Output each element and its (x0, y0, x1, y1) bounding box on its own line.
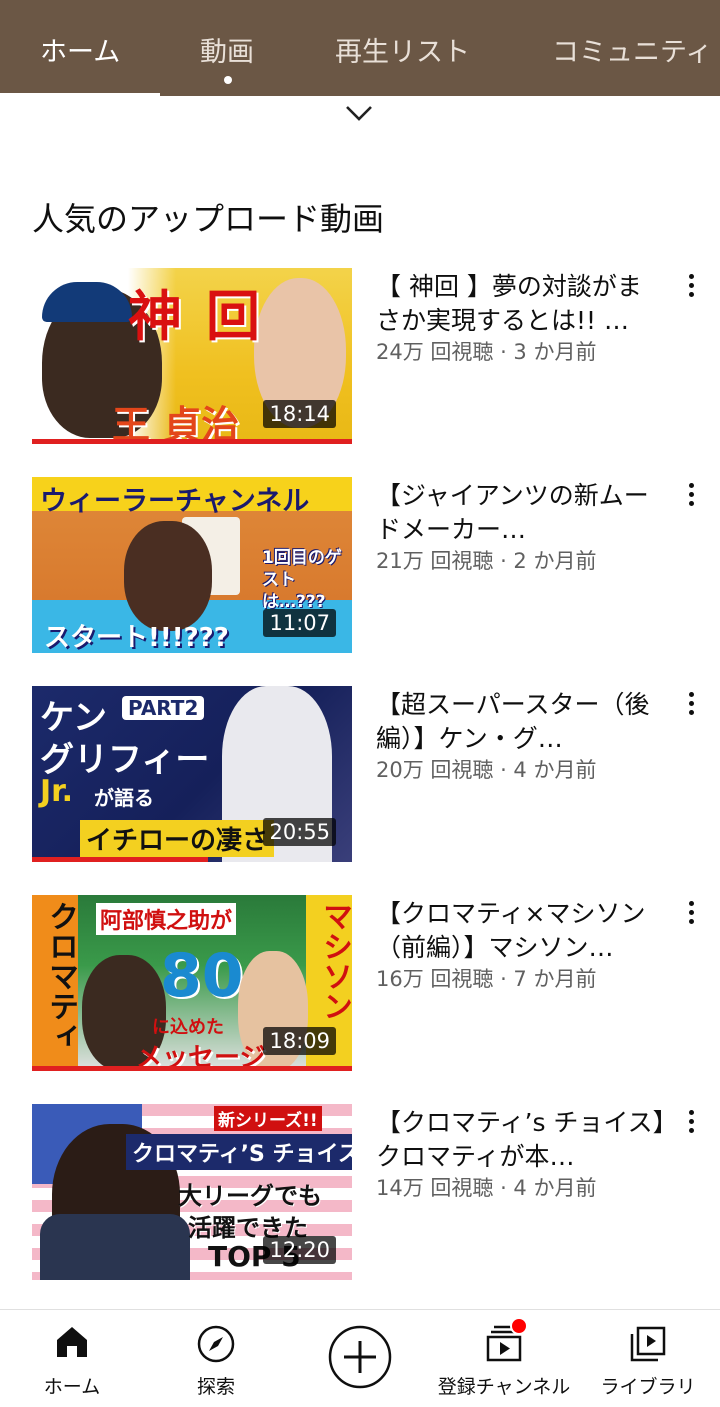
tab-videos[interactable]: 動画 (200, 30, 254, 69)
section-title: 人気のアップロード動画 (32, 200, 385, 238)
video-thumbnail[interactable]: 神 回 王 貞治 18:14 (32, 268, 352, 444)
chevron-down-icon[interactable] (342, 100, 376, 126)
thumb-caption: 神 (128, 285, 182, 348)
video-thumbnail[interactable]: ケン PART2 グリフィー Jr. が語る イチローの凄さ 20:55 (32, 686, 352, 862)
thumb-caption: ウィーラーチャンネル (40, 486, 310, 517)
video-meta: 16万 回視聴 · 7 か月前 (376, 967, 597, 991)
video-title[interactable]: 【超スーパースター（後編）】ケン・グ… (376, 688, 666, 756)
video-duration: 12:20 (263, 1236, 336, 1264)
video-item[interactable]: クロマティ マシソン 阿部慎之助が 80 に込めた メッセージ 18:09 【ク… (0, 895, 720, 1075)
nav-home[interactable]: ホーム (0, 1310, 144, 1407)
thumb-caption: PART2 (122, 696, 205, 720)
video-item[interactable]: ケン PART2 グリフィー Jr. が語る イチローの凄さ 20:55 【超ス… (0, 686, 720, 866)
compass-icon (197, 1325, 235, 1363)
library-icon (630, 1326, 666, 1362)
nav-label: 登録チャンネル (437, 1376, 571, 1398)
active-tab-indicator (0, 93, 160, 96)
video-title[interactable]: 【クロマティ’s チョイス】クロマティが本… (376, 1106, 666, 1174)
thumb-caption: 回 (206, 285, 260, 348)
tab-playlists[interactable]: 再生リスト (335, 30, 470, 69)
video-meta: 20万 回視聴 · 4 か月前 (376, 758, 597, 782)
nav-create[interactable] (288, 1310, 432, 1407)
thumb-caption: 阿部慎之助が (96, 903, 237, 935)
nav-label: 探索 (196, 1376, 235, 1398)
bottom-navigation: ホーム 探索 登録チャンネル ライブラリ (0, 1309, 720, 1407)
video-thumbnail[interactable]: 新シリーズ!! クロマティ’S チョイス 大リーグでも 活躍できた TOP 5 … (32, 1104, 352, 1280)
more-options-icon[interactable] (680, 901, 702, 931)
more-options-icon[interactable] (680, 692, 702, 722)
video-meta: 21万 回視聴 · 2 か月前 (376, 549, 597, 573)
video-thumbnail[interactable]: クロマティ マシソン 阿部慎之助が 80 に込めた メッセージ 18:09 (32, 895, 352, 1071)
video-meta: 24万 回視聴 · 3 か月前 (376, 340, 597, 364)
watch-progress-bar (32, 1066, 352, 1071)
thumb-caption: 1回目のゲストは…??? (262, 548, 342, 612)
video-duration: 11:07 (263, 609, 336, 637)
nav-subscriptions[interactable]: 登録チャンネル (432, 1310, 576, 1407)
video-title[interactable]: 【クロマティ×マシソン（前編）】マシソン… (376, 897, 666, 965)
thumb-caption: 王 貞治 (112, 403, 240, 444)
more-options-icon[interactable] (680, 1110, 702, 1140)
tab-home[interactable]: ホーム (40, 30, 120, 69)
nav-library[interactable]: ライブラリ (576, 1310, 720, 1407)
thumb-caption: 80 (160, 941, 244, 1011)
video-thumbnail[interactable]: ウィーラーチャンネル 1回目のゲストは…??? スタート!!!??? 11:07 (32, 477, 352, 653)
home-icon (57, 1327, 87, 1357)
person-image (124, 521, 212, 631)
notification-badge (510, 1317, 528, 1335)
thumb-caption: が語る (94, 786, 154, 810)
thumb-caption: Jr. (40, 774, 74, 809)
thumb-caption: クロマティ’S チョイス (126, 1134, 352, 1170)
thumb-caption: クロマティ (43, 901, 78, 1051)
video-duration: 20:55 (263, 818, 336, 846)
tab-community[interactable]: コミュニティ (552, 30, 712, 69)
more-options-icon[interactable] (680, 274, 702, 304)
create-plus-icon (328, 1325, 392, 1389)
thumb-caption: イチローの凄さ (80, 820, 275, 857)
video-meta: 14万 回視聴 · 4 か月前 (376, 1176, 597, 1200)
thumb-caption: 新シリーズ!! (214, 1106, 322, 1131)
nav-label: ホーム (43, 1376, 101, 1398)
video-item[interactable]: ウィーラーチャンネル 1回目のゲストは…??? スタート!!!??? 11:07… (0, 477, 720, 657)
nav-explore[interactable]: 探索 (144, 1310, 288, 1407)
video-duration: 18:09 (263, 1027, 336, 1055)
new-content-dot (224, 76, 232, 84)
video-item[interactable]: 新シリーズ!! クロマティ’S チョイス 大リーグでも 活躍できた TOP 5 … (0, 1104, 720, 1284)
watch-progress-bar (32, 439, 352, 444)
thumb-caption: に込めた (152, 1017, 224, 1038)
channel-tab-bar: ホーム 動画 再生リスト コミュニティ (0, 0, 720, 96)
video-title[interactable]: 【ジャイアンツの新ムードメーカー… (376, 479, 666, 547)
watch-progress-bar (32, 857, 208, 862)
video-item[interactable]: 神 回 王 貞治 18:14 【 神回 】夢の対談がまさか実現するとは!! … … (0, 268, 720, 448)
thumb-caption: スタート!!!??? (44, 623, 229, 653)
thumb-caption: 大リーグでも (178, 1182, 322, 1210)
more-options-icon[interactable] (680, 483, 702, 513)
video-duration: 18:14 (263, 400, 336, 428)
nav-label: ライブラリ (600, 1376, 696, 1398)
video-title[interactable]: 【 神回 】夢の対談がまさか実現するとは!! … (376, 270, 666, 338)
thumb-caption: マシソン (317, 901, 352, 1021)
